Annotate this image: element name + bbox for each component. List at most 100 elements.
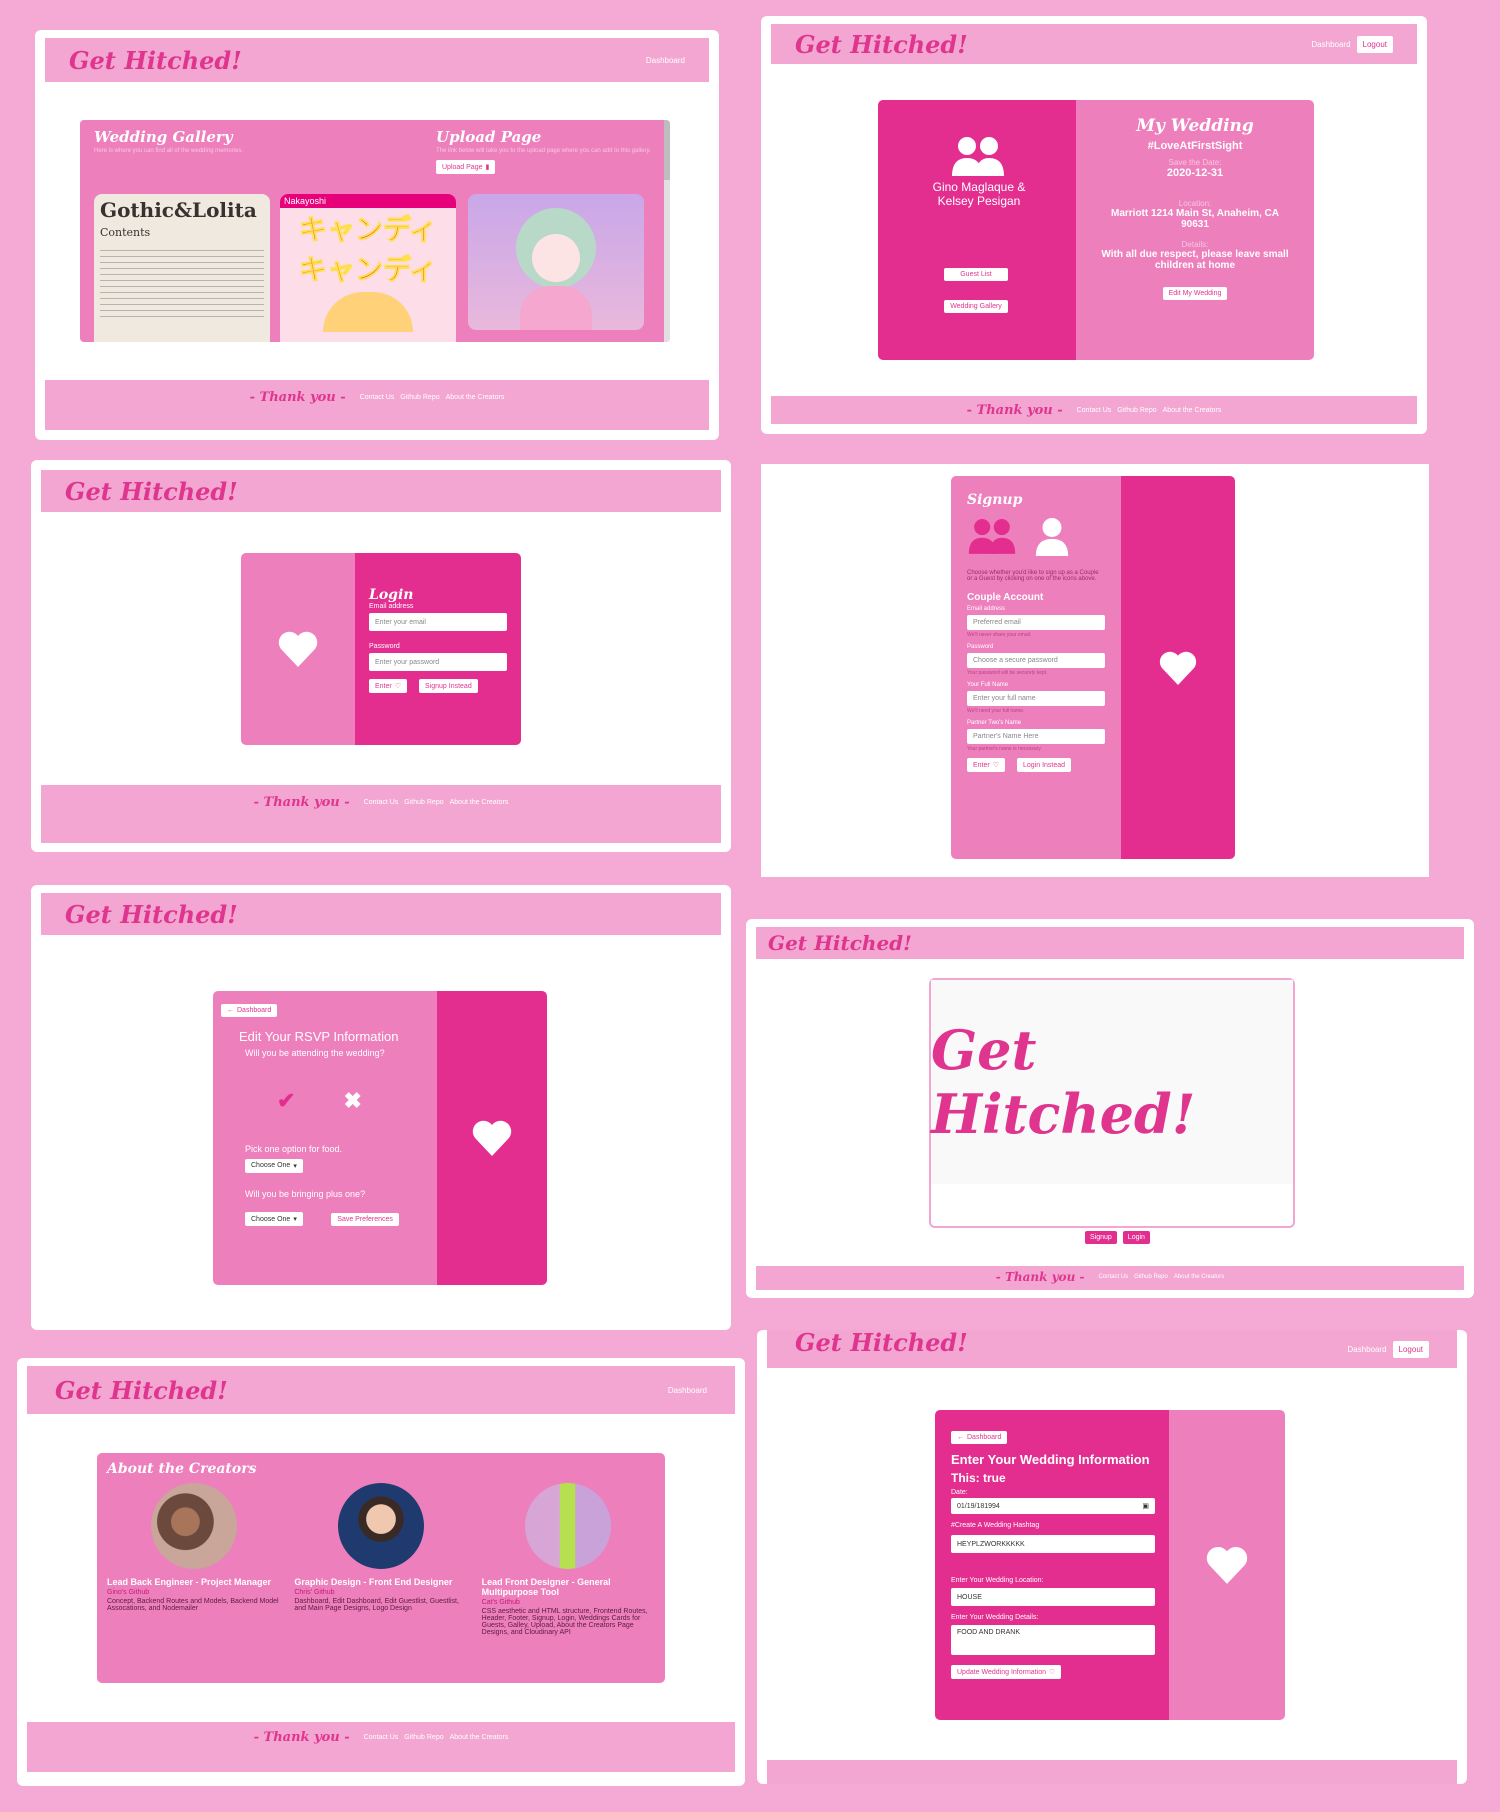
signup-enter-button[interactable]: Enter ♡ (967, 758, 1006, 772)
footer-about-link[interactable]: About the Creators (1163, 407, 1222, 414)
footer-about-link[interactable]: About the Creators (1174, 1274, 1224, 1280)
footer-thank-you: - Thank you - (995, 1270, 1085, 1284)
details-textarea[interactable]: FOOD AND DRANK (951, 1625, 1155, 1655)
nav-dashboard-link[interactable]: Dashboard (668, 1386, 707, 1395)
footer-thank-you: - Thank you - (249, 390, 346, 405)
calendar-icon[interactable]: ▣ (1142, 1502, 1149, 1510)
food-label: Pick one option for food. (245, 1144, 343, 1154)
date-input[interactable]: 01/19/181994 ▣ (951, 1498, 1155, 1514)
footer-github-link[interactable]: Github Repo (404, 1734, 443, 1741)
screenshot-landing: Get Hitched! Get Hitched! Signup Login -… (746, 919, 1474, 1298)
heart-icon (1206, 1546, 1248, 1584)
partner-input[interactable]: Partner's Name Here (967, 729, 1105, 744)
site-header: Get Hitched! Dashboard Logout (767, 1330, 1457, 1368)
upload-page-button[interactable]: Upload Page ▮ (436, 160, 496, 174)
landing-signup-button[interactable]: Signup (1085, 1231, 1117, 1244)
fullname-help: We'll need your full name. (967, 708, 1025, 714)
footer-about-link[interactable]: About the Creators (450, 799, 509, 806)
brand-logo[interactable]: Get Hitched! (768, 931, 912, 955)
gallery-image-1-title: Gothic&Lolita (100, 198, 257, 222)
date-label: Date: (951, 1489, 968, 1496)
screenshot-login: Get Hitched! Login Email address Enter y… (31, 460, 731, 852)
save-preferences-button[interactable]: Save Preferences (331, 1212, 399, 1226)
nav-dashboard-link[interactable]: Dashboard (1311, 40, 1350, 49)
date-input-value: 01/19/181994 (957, 1502, 1000, 1510)
gallery-scrollbar[interactable] (664, 120, 670, 342)
back-dashboard-button[interactable]: ← Dashboard (951, 1431, 1008, 1444)
footer-about-link[interactable]: About the Creators (446, 394, 505, 401)
site-header: Get Hitched! (41, 470, 721, 512)
landing-logo-text: Get Hitched! (931, 1018, 1196, 1146)
gallery-image-1-contents: Contents (100, 226, 151, 239)
fullname-label: Your Full Name (967, 682, 1009, 688)
brand-logo[interactable]: Get Hitched! (65, 477, 238, 506)
gallery-image-2-kana2: キャンディ (298, 254, 438, 286)
nav-dashboard-link[interactable]: Dashboard (1347, 1345, 1386, 1354)
landing-login-button[interactable]: Login (1122, 1231, 1150, 1244)
creator-github-link[interactable]: Chris' Github (294, 1589, 467, 1596)
gallery-image-1[interactable]: Gothic&Lolita Contents (94, 194, 270, 342)
footer-thank-you: - Thank you - (253, 1730, 350, 1745)
attend-no-x-icon[interactable]: ✖ (343, 1088, 361, 1114)
creator-avatar (525, 1483, 612, 1569)
site-header: Get Hitched! (41, 893, 721, 935)
footer-about-link[interactable]: About the Creators (450, 1734, 509, 1741)
gallery-image-3[interactable] (468, 194, 644, 330)
site-footer: - Thank you - Contact Us Github Repo About… (771, 396, 1417, 424)
nav-dashboard-link[interactable]: Dashboard (646, 56, 685, 65)
plus-one-select-value: Choose One (251, 1215, 291, 1223)
brand-logo[interactable]: Get Hitched! (65, 900, 238, 929)
gallery-image-2[interactable]: Nakayoshi キャンディ キャンディ (280, 194, 456, 342)
brand-logo[interactable]: Get Hitched! (69, 46, 242, 75)
logout-button[interactable]: Logout (1392, 1340, 1429, 1358)
creator-github-link[interactable]: Gino's Github (107, 1589, 280, 1596)
guest-signup-icon[interactable] (1033, 518, 1071, 556)
footer-contact-link[interactable]: Contact Us (364, 1734, 399, 1741)
creator-card: Lead Back Engineer - Project Manager Gin… (107, 1483, 280, 1636)
password-label: Password (369, 643, 400, 650)
signup-title: Signup (967, 492, 1023, 508)
signup-password-input[interactable]: Choose a secure password (967, 653, 1105, 668)
signup-instead-button[interactable]: Signup Instead (419, 679, 478, 693)
wedding-hashtag: #LoveAtFirstSight (1147, 140, 1243, 152)
fullname-input[interactable]: Enter your full name (967, 691, 1105, 706)
hashtag-input[interactable]: HEYPLZWORKKKKK (951, 1535, 1155, 1553)
couple-signup-icon[interactable] (967, 518, 1017, 554)
footer-github-link[interactable]: Github Repo (1117, 407, 1156, 414)
footer-contact-link[interactable]: Contact Us (360, 394, 395, 401)
attend-yes-checkmark-icon[interactable]: ✔ (277, 1088, 295, 1114)
site-footer: - Thank you - Contact Us Github Repo About… (756, 1266, 1464, 1290)
location-input[interactable]: HOUSE (951, 1588, 1155, 1606)
footer-contact-link[interactable]: Contact Us (364, 799, 399, 806)
password-input[interactable]: Enter your password (369, 653, 507, 671)
back-dashboard-button[interactable]: ← Dashboard (221, 1004, 278, 1017)
wedding-form-subtitle: This: true (951, 1471, 1006, 1485)
brand-logo[interactable]: Get Hitched! (795, 30, 968, 59)
footer-github-link[interactable]: Github Repo (404, 799, 443, 806)
brand-logo[interactable]: Get Hitched! (795, 1330, 968, 1357)
location-label: Enter Your Wedding Location: (951, 1577, 1044, 1584)
footer-github-link[interactable]: Github Repo (400, 394, 439, 401)
brand-logo[interactable]: Get Hitched! (55, 1376, 228, 1405)
login-instead-button[interactable]: Login Instead (1017, 758, 1072, 772)
logout-button[interactable]: Logout (1356, 35, 1393, 53)
update-wedding-button[interactable]: Update Wedding Information ♡ (951, 1665, 1062, 1679)
enter-button[interactable]: Enter ♡ (369, 679, 408, 693)
rsvp-card: ← Dashboard Edit Your RSVP Information Wi… (213, 991, 547, 1285)
plus-one-select[interactable]: Choose One ▾ (245, 1212, 303, 1226)
edit-wedding-button[interactable]: Edit My Wedding (1162, 287, 1228, 300)
wedding-card: Gino Maglaque & Kelsey Pesigan Guest Lis… (878, 100, 1314, 360)
gallery-image-2-top: Nakayoshi (280, 194, 456, 208)
gallery-subtitle: Here is where you can find all of the we… (94, 148, 244, 154)
wedding-gallery-button[interactable]: Wedding Gallery (944, 300, 1008, 313)
creator-github-link[interactable]: Cat's Github (482, 1599, 655, 1606)
creator-card: Lead Front Designer - General Multipurpo… (482, 1483, 655, 1636)
footer-contact-link[interactable]: Contact Us (1098, 1274, 1128, 1280)
screenshot-gallery: Get Hitched! Dashboard Wedding Gallery H… (35, 30, 719, 440)
footer-github-link[interactable]: Github Repo (1134, 1274, 1168, 1280)
footer-contact-link[interactable]: Contact Us (1077, 407, 1112, 414)
signup-email-input[interactable]: Preferred email (967, 615, 1105, 630)
food-select[interactable]: Choose One ▾ (245, 1158, 303, 1173)
guest-list-button[interactable]: Guest List (944, 268, 1008, 281)
email-input[interactable]: Enter your email (369, 613, 507, 631)
